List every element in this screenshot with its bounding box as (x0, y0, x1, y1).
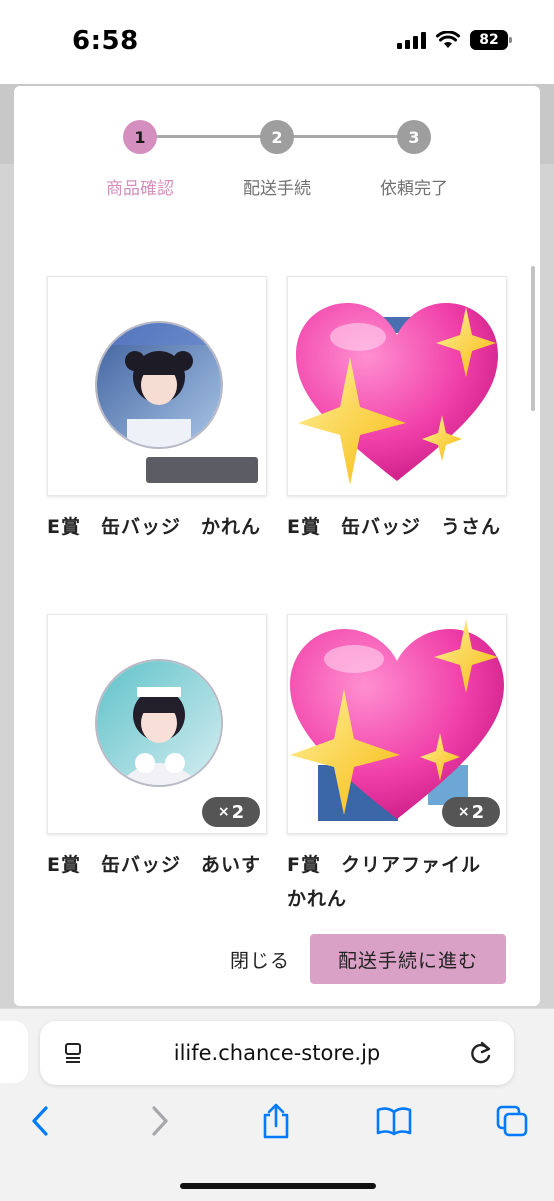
bookmarks-icon (376, 1107, 412, 1136)
bookmarks-button[interactable] (370, 1101, 418, 1141)
step-3-label: 依頼完了 (380, 179, 448, 199)
quantity-prefix: × (217, 804, 230, 820)
tabs-icon (496, 1105, 528, 1137)
step-2-indicator: 2 (260, 120, 294, 154)
previous-tab-preview[interactable] (0, 1021, 28, 1083)
close-button[interactable]: 閉じる (220, 936, 300, 982)
product-card[interactable]: × 2 F賞 クリアファイル かれん (287, 614, 507, 916)
step-1-indicator: 1 (123, 120, 157, 154)
can-badge-photo (95, 321, 223, 449)
address-bar[interactable]: ilife.chance-store.jp (40, 1021, 514, 1085)
battery-level: 82 (479, 32, 499, 48)
status-time: 6:58 (72, 26, 139, 56)
back-icon (32, 1106, 48, 1136)
battery-icon: 82 (470, 30, 512, 50)
quantity-badge: × 2 (202, 797, 260, 827)
product-image: × 2 (287, 614, 507, 834)
back-button[interactable] (16, 1101, 64, 1141)
share-button[interactable] (252, 1101, 300, 1141)
reload-icon[interactable] (468, 1040, 494, 1066)
signal-icon (397, 31, 426, 49)
product-card[interactable]: E賞 缶バッジ かれん (47, 276, 267, 544)
step-connector (140, 135, 278, 138)
product-title: F賞 クリアファイル かれん (287, 854, 501, 910)
quantity-value: 2 (471, 801, 485, 823)
progress-stepper: 1 2 3 商品確認 配送手続 依頼完了 (14, 86, 540, 206)
step-connector (278, 135, 416, 138)
sparkling-heart-icon (296, 303, 498, 485)
product-title: E賞 缶バッジ かれん (47, 516, 261, 538)
step-3-indicator: 3 (397, 120, 431, 154)
product-image: × 2 (47, 614, 267, 834)
status-icons: 82 (397, 30, 512, 50)
share-icon (263, 1103, 289, 1139)
proceed-to-shipping-button[interactable]: 配送手続に進む (310, 934, 506, 984)
browser-toolbar: ilife.chance-store.jp (0, 1008, 554, 1201)
wifi-icon (436, 31, 460, 48)
quantity-prefix: × (457, 804, 470, 820)
quantity-badge: × 2 (442, 797, 500, 827)
scrollbar[interactable] (531, 266, 535, 411)
product-card[interactable]: × 2 E賞 缶バッジ あいす (47, 614, 267, 882)
home-indicator[interactable] (180, 1183, 376, 1189)
url-text: ilife.chance-store.jp (173, 1041, 381, 1065)
product-image (287, 276, 507, 496)
step-2-label: 配送手続 (243, 179, 311, 199)
status-bar: 6:58 82 (0, 0, 554, 84)
forward-icon (152, 1106, 168, 1136)
quantity-value: 2 (231, 801, 245, 823)
product-card[interactable]: E賞 缶バッジ うさん (287, 276, 507, 544)
can-badge-photo (95, 659, 223, 787)
product-title: E賞 缶バッジ うさん (287, 516, 501, 538)
step-1-label: 商品確認 (106, 179, 174, 199)
order-modal: 1 2 3 商品確認 配送手続 依頼完了 E賞 缶バッジ かれん E賞 缶バッジ… (14, 86, 540, 1006)
product-image (47, 276, 267, 496)
forward-button[interactable] (136, 1101, 184, 1141)
product-title: E賞 缶バッジ あいす (47, 854, 261, 876)
tabs-button[interactable] (488, 1101, 536, 1141)
badge-stand (146, 457, 258, 483)
